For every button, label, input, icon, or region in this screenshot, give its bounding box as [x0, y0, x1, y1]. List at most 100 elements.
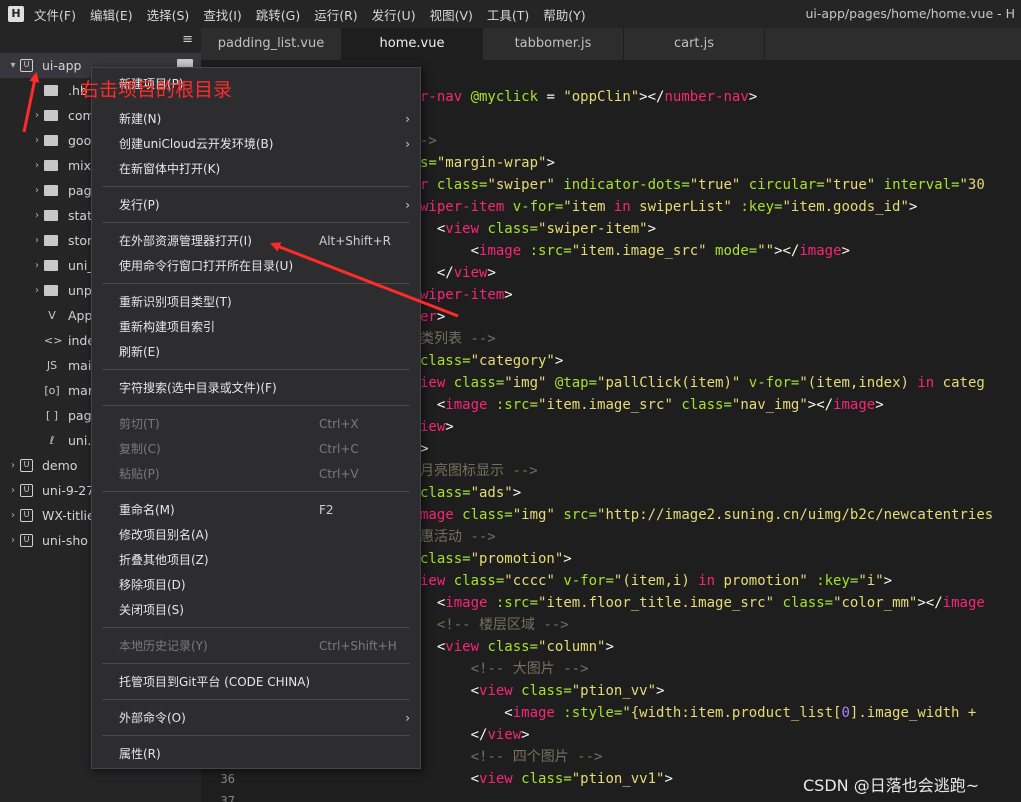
- code-token: image: [942, 595, 985, 611]
- expand-chevron-icon[interactable]: ›: [30, 260, 44, 271]
- code-token: "http://image2.suning.cn/uimg/b2c/newcat…: [597, 507, 994, 523]
- context-menu-item[interactable]: 属性(R): [92, 741, 420, 766]
- code-line: 类列表 -->: [420, 328, 496, 350]
- expand-chevron-icon[interactable]: ›: [30, 135, 44, 146]
- code-line: </view>: [420, 724, 530, 746]
- expand-chevron-icon[interactable]: ›: [6, 460, 20, 471]
- expand-chevron-icon[interactable]: ›: [30, 110, 44, 121]
- context-menu-item[interactable]: 创建uniCloud云开发环境(B) ›: [92, 131, 420, 156]
- code-line: class="category">: [420, 350, 563, 372]
- menu-item[interactable]: 跳转(G): [256, 5, 300, 24]
- expand-chevron-icon[interactable]: ▾: [6, 60, 20, 71]
- context-menu-label: 关闭项目(S): [119, 603, 184, 617]
- code-token: :style=: [563, 705, 623, 721]
- context-menu-item[interactable]: 使用命令行窗口打开所在目录(U): [92, 253, 420, 278]
- context-menu-item: 粘贴(P) Ctrl+V: [92, 461, 420, 486]
- project-icon: U: [20, 484, 33, 497]
- tab-inactive[interactable]: padding_list.vue: [201, 28, 342, 60]
- code-token: </: [420, 265, 454, 281]
- context-menu-item[interactable]: 移除项目(D): [92, 572, 420, 597]
- code-token: mode=: [715, 243, 758, 259]
- context-menu-item[interactable]: 关闭项目(S): [92, 597, 420, 622]
- code-token: r: [420, 177, 437, 193]
- code-token: >: [504, 287, 513, 303]
- context-menu-item[interactable]: 在外部资源管理器打开(I) Alt+Shift+R: [92, 228, 420, 253]
- code-line: iew class="cccc" v-for="(item,i) in prom…: [420, 570, 892, 592]
- context-menu-item[interactable]: 修改项目别名(A): [92, 522, 420, 547]
- menu-item[interactable]: 工具(T): [487, 5, 529, 24]
- context-menu-item[interactable]: 在新窗体中打开(K): [92, 156, 420, 181]
- code-token: wiper-item: [420, 287, 505, 303]
- menu-separator: [102, 186, 410, 187]
- tab-active[interactable]: home.vue: [342, 28, 483, 60]
- tab-inactive[interactable]: tabbomer.js: [483, 28, 624, 60]
- code-token: =: [538, 89, 564, 105]
- tab-inactive[interactable]: cart.js: [624, 28, 765, 60]
- context-menu-item[interactable]: 新建(N) ›: [92, 106, 420, 131]
- code-token: r-nav: [420, 89, 471, 105]
- expand-chevron-icon[interactable]: ›: [30, 185, 44, 196]
- context-menu-label: 剪切(T): [119, 417, 160, 431]
- context-menu-item[interactable]: 重命名(M) F2: [92, 497, 420, 522]
- menu-item[interactable]: 运行(R): [314, 5, 357, 24]
- code-token: ->: [420, 133, 437, 149]
- folder-icon: [44, 260, 58, 271]
- expand-chevron-icon[interactable]: ›: [6, 535, 20, 546]
- context-menu-item[interactable]: 托管项目到Git平台 (CODE CHINA): [92, 669, 420, 694]
- code-token: in: [613, 199, 631, 215]
- context-menu-item: 复制(C) Ctrl+C: [92, 436, 420, 461]
- code-token: "img": [504, 375, 547, 391]
- expand-chevron-icon[interactable]: ›: [6, 510, 20, 521]
- menu-separator: [102, 405, 410, 406]
- expand-chevron-icon[interactable]: ›: [30, 285, 44, 296]
- tree-item-label: unp: [68, 283, 92, 298]
- tree-item-label: uni_: [68, 258, 94, 273]
- context-menu-item[interactable]: 外部命令(O) ›: [92, 705, 420, 730]
- menu-item[interactable]: 选择(S): [147, 5, 190, 24]
- expand-chevron-icon[interactable]: ›: [6, 485, 20, 496]
- context-menu-item[interactable]: 重新识别项目类型(T): [92, 289, 420, 314]
- menu-item[interactable]: 文件(F): [34, 5, 76, 24]
- code-line: >: [420, 438, 428, 460]
- context-menu-item[interactable]: 刷新(E): [92, 339, 420, 364]
- menu-bar: H 文件(F) 编辑(E) 选择(S) 查找(I) 跳转(G) 运行(R) 发行(U) 视图(…: [0, 0, 1021, 28]
- code-token: interval=: [883, 177, 960, 193]
- menu-item[interactable]: 编辑(E): [90, 5, 133, 24]
- window-title: ui-app/pages/home/home.vue - H: [805, 6, 1015, 21]
- code-line: mage class="img" src="http://image2.suni…: [420, 504, 993, 526]
- menu-item[interactable]: 帮助(Y): [543, 5, 585, 24]
- code-token: class=: [487, 639, 539, 655]
- code-token: image: [512, 705, 564, 721]
- code-token: >: [420, 441, 429, 457]
- context-menu-item[interactable]: 发行(P) ›: [92, 192, 420, 217]
- menu-separator: [102, 283, 410, 284]
- code-token: class=: [453, 375, 505, 391]
- code-token: <: [420, 705, 513, 721]
- shortcut-label: Ctrl+X: [319, 416, 359, 431]
- submenu-arrow-icon: ›: [405, 710, 410, 725]
- code-token: "category": [470, 353, 555, 369]
- code-line: <!-- 大图片 -->: [420, 658, 589, 680]
- context-menu-label: 重新识别项目类型(T): [119, 295, 232, 309]
- submenu-arrow-icon: ›: [405, 111, 410, 126]
- code-token: class=: [487, 221, 539, 237]
- expand-chevron-icon[interactable]: ›: [30, 160, 44, 171]
- tree-menu-icon[interactable]: ≡: [182, 32, 193, 47]
- folder-icon: [44, 210, 58, 221]
- expand-chevron-icon[interactable]: ›: [30, 210, 44, 221]
- context-menu-label: 移除项目(D): [119, 578, 186, 592]
- menu-item[interactable]: 发行(U): [372, 5, 416, 24]
- context-menu-item[interactable]: 折叠其他项目(Z): [92, 547, 420, 572]
- code-line: <!-- 楼层区域 -->: [420, 614, 569, 636]
- submenu-arrow-icon: ›: [405, 197, 410, 212]
- code-token: view: [453, 265, 488, 281]
- code-line: <view class="ption_vv1">: [420, 768, 673, 790]
- context-menu-item[interactable]: 重新构建项目索引: [92, 314, 420, 339]
- context-menu-item[interactable]: 字符搜索(选中目录或文件)(F): [92, 375, 420, 400]
- menu-item[interactable]: 查找(I): [203, 5, 241, 24]
- expand-chevron-icon[interactable]: ›: [30, 235, 44, 246]
- menu-item[interactable]: 视图(V): [430, 5, 473, 24]
- code-token: "true": [689, 177, 741, 193]
